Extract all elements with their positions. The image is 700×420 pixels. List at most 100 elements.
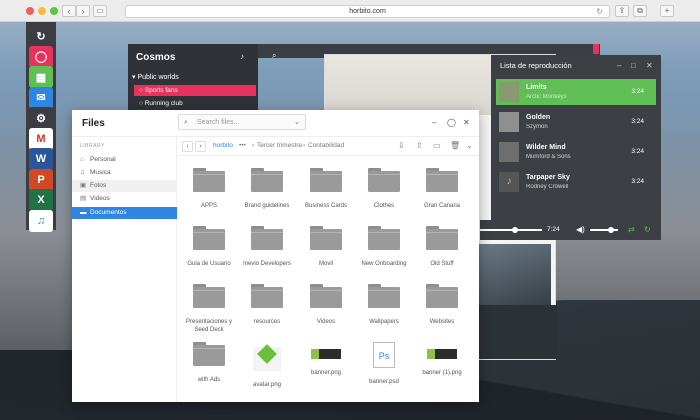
chevron-right-icon: › [303,142,306,149]
folder-item[interactable]: Brand guidelines [237,168,297,210]
file-label: Brand guidelines [244,203,290,209]
folder-icon [251,168,283,192]
tabs-icon[interactable]: ⧉ [633,5,647,17]
forward-arrow-icon[interactable]: › [76,5,90,17]
trash-icon[interactable]: 🗑 [450,138,460,154]
playlist-track[interactable]: ♪ Tarpaper Sky Rodney Crowell 3:24 [496,169,656,195]
music-icon: ♫ [80,169,85,176]
file-item[interactable]: avatar.png [237,342,297,389]
sidebar-item-fotos[interactable]: ▣ Fotos [72,180,177,192]
folder-icon [368,168,400,192]
breadcrumb-parent[interactable]: Tercer trimestre [257,138,302,154]
progress-bar[interactable] [480,229,542,231]
music-player-window: Lista de reproducción – □ ✕ Limits Arcti… [491,55,661,238]
chevron-down-icon[interactable]: ⌄ [294,115,300,130]
upload-icon[interactable]: ⇧ [416,138,423,154]
folder-item[interactable]: with Ads [179,342,239,384]
gmail-app-icon[interactable]: M [29,127,53,150]
volume-icon[interactable]: ◀) [576,225,585,234]
breadcrumb-root[interactable]: horbito [213,138,233,154]
file-label: APPS [200,203,217,209]
minimize-icon[interactable]: – [617,61,621,70]
search-input[interactable]: ⌕ Search files... ⌄ [178,114,306,130]
close-icon[interactable]: ✕ [646,61,653,70]
powerpoint-app-icon[interactable]: P [29,168,53,191]
track-artist: Arctic Monkeys [526,94,567,100]
new-tab-icon[interactable]: + [660,5,674,17]
file-item[interactable]: banner (1).png [412,342,472,377]
reload-icon[interactable]: ↻ [596,6,603,18]
cosmos-world-item[interactable]: ○ Running club [134,98,256,109]
back-arrow-icon[interactable]: ‹ [182,141,193,152]
folder-item[interactable]: Business Cards [296,168,356,210]
browser-chrome: ‹ › ▭ horbito.com ↻ ⇪ ⧉ + [0,0,700,22]
minimize-window-button[interactable] [38,7,46,15]
new-folder-icon[interactable]: ▭ [433,138,441,154]
folder-item[interactable]: resources [237,284,297,326]
back-arrow-icon[interactable]: ‹ [62,5,76,17]
minimize-icon[interactable]: – [432,118,436,127]
sync-app-icon[interactable]: ↻ [29,25,53,47]
bell-icon[interactable]: ♪ [240,52,244,61]
breadcrumb: ‹ › horbito ••• › Tercer trimestre › Con… [180,138,476,154]
cosmos-app-icon[interactable]: ◯ [29,45,53,68]
folder-item[interactable]: Old Stuff [412,226,472,268]
maximize-icon[interactable]: □ [631,61,636,70]
folder-item[interactable]: Guia de Usuario [179,226,239,268]
cosmos-section-header[interactable]: ▾ Public worlds [132,73,179,81]
playlist-track[interactable]: Limits Arctic Monkeys 3:24 [496,79,656,105]
file-item[interactable]: Ps banner.psd [354,342,414,386]
breadcrumb-ellipsis[interactable]: ••• [239,138,246,154]
url-bar[interactable]: horbito.com ↻ [125,5,610,18]
folder-item[interactable]: Videos [296,284,356,326]
excel-app-icon[interactable]: X [29,189,53,211]
folder-item[interactable]: Presentaciones y Seed Deck [179,284,239,334]
chevron-down-icon[interactable]: ⌄ [466,138,473,154]
track-name: Golden [526,114,551,121]
cosmos-window: Cosmos ♪ ▾ Public worlds ○ Sports fans ○… [128,44,258,114]
shuffle-icon[interactable]: ⇄ [628,225,635,234]
folder-item[interactable]: Wallpapers [354,284,414,326]
sidebar-item-personal[interactable]: ⌂ Personal [72,154,177,166]
music-app-icon[interactable]: ♫ [29,209,53,232]
playlist-track[interactable]: Wilder Mind Mumford & Sons 3:24 [496,139,656,165]
close-icon[interactable]: ✕ [463,118,470,127]
maximize-icon[interactable]: ◯ [447,118,456,127]
sidebar-item-label: Videos [90,195,110,202]
folder-icon [310,168,342,192]
repeat-icon[interactable]: ↻ [644,225,651,234]
folder-item[interactable]: Inevio Developers [237,226,297,268]
file-label: Business Cards [304,203,348,209]
zoom-window-button[interactable] [50,7,58,15]
sidebar-toggle-icon[interactable]: ▭ [93,5,107,17]
share-icon[interactable]: ⇪ [615,5,629,17]
playlist-track[interactable]: Golden Szymon 3:24 [496,109,656,135]
chat-app-icon[interactable]: ✉ [29,86,53,109]
sidebar-item-documentos[interactable]: ▬ Documentos [72,207,177,219]
volume-handle[interactable] [608,227,614,233]
word-app-icon[interactable]: W [29,148,53,170]
folder-item[interactable]: Movil [296,226,356,268]
search-icon[interactable]: ⌕ [272,51,276,61]
folder-icon [426,284,458,308]
folder-item[interactable]: New Onboarding [354,226,414,268]
folder-item[interactable]: Gran Canaria [412,168,472,210]
sidebar-item-musica[interactable]: ♫ Musica [72,167,177,179]
download-icon[interactable]: ⇩ [398,138,405,154]
file-item[interactable]: banner.png [296,342,356,377]
folder-item[interactable]: Clothes [354,168,414,210]
folder-item[interactable]: Websites [412,284,472,326]
calendar-app-icon[interactable]: ▦ [29,66,53,88]
folder-icon [193,284,225,308]
close-window-button[interactable] [26,7,34,15]
track-name: Wilder Mind [526,144,566,151]
file-label: resources [253,319,281,325]
settings-app-icon[interactable]: ⚙ [29,107,53,129]
sidebar-item-videos[interactable]: ▤ Videos [72,193,177,205]
image-thumbnail-icon [253,344,281,371]
cosmos-world-item[interactable]: ○ Sports fans [134,85,256,96]
track-artist: Rodney Crowell [526,184,569,190]
forward-arrow-icon[interactable]: › [195,141,206,152]
folder-item[interactable]: APPS [179,168,239,210]
progress-handle[interactable] [512,227,518,233]
